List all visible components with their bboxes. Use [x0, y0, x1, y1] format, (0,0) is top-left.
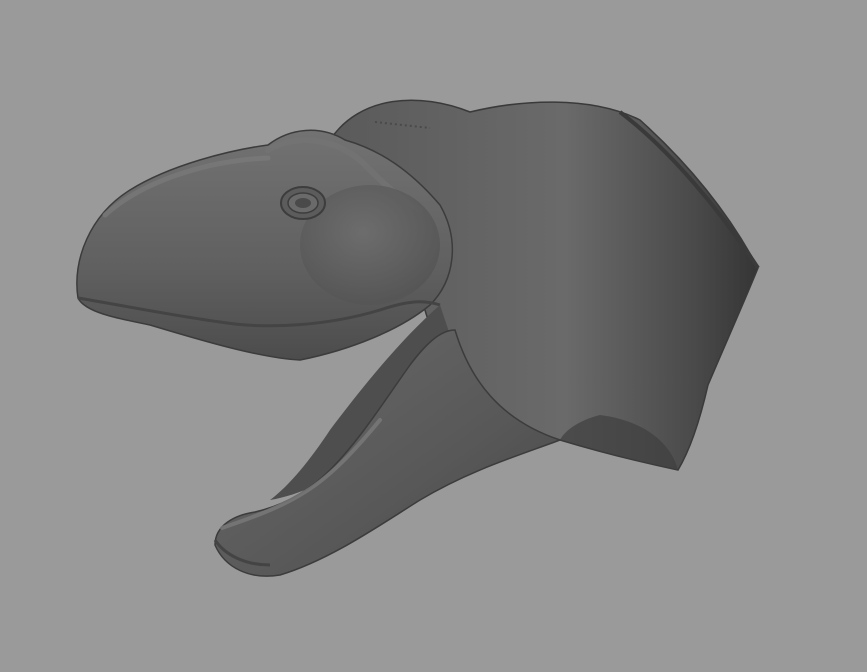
3d-viewport[interactable]: [0, 0, 867, 672]
eye-icon: [280, 186, 326, 220]
dinosaur-head-model[interactable]: [0, 0, 867, 672]
